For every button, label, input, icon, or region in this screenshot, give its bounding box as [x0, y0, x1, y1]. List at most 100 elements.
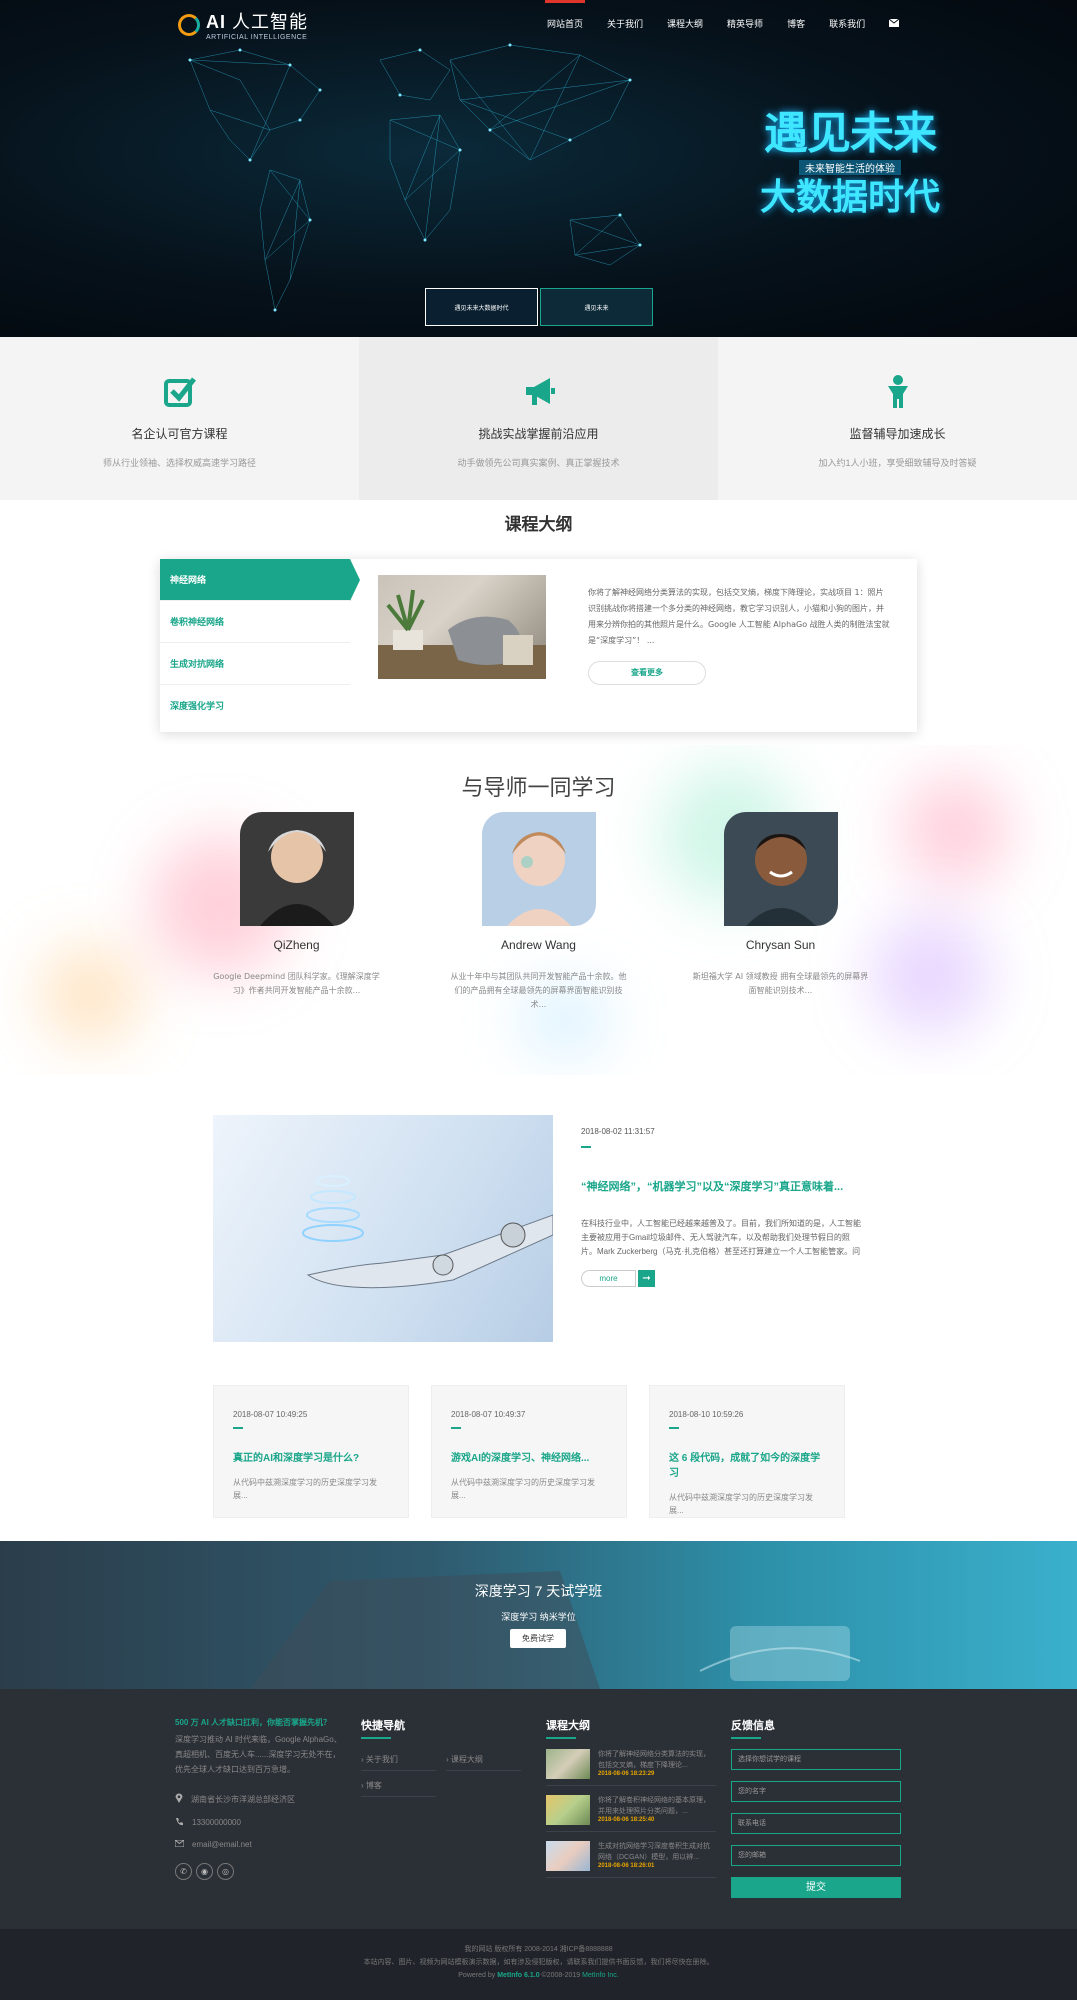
- footer-email-text[interactable]: email@email.net: [192, 1840, 252, 1849]
- news-card-text: 从代码中兹溯深度学习的历史深度学习发展...: [451, 1478, 595, 1500]
- news-card[interactable]: 2018-08-10 10:59:26 这 6 段代码，成就了如今的深度学习 从…: [649, 1385, 845, 1518]
- footer: 500 万 AI 人才缺口扛利，你能否掌握先机？ 深度学习推动 AI 时代来临，…: [0, 1689, 1077, 1929]
- feedback-submit-button[interactable]: 提交: [731, 1877, 901, 1898]
- news-card-date: 2018-08-10 10:59:26: [669, 1410, 744, 1419]
- powered-by-line: Powered by MetInfo 6.1.0 ©2008-2019 MetI…: [0, 1969, 1077, 1982]
- footer-course-thumb: [546, 1841, 590, 1871]
- news-card-date: 2018-08-07 10:49:37: [451, 1410, 526, 1419]
- child-icon: [718, 375, 1077, 409]
- slide-thumb-1[interactable]: 遇见未来大数据时代: [425, 288, 538, 326]
- footer-course-item[interactable]: 你将了解卷积神经网络的基本原理，并用来处理照片分类问题，... 2018-08-0…: [546, 1795, 716, 1832]
- tab-neural-network[interactable]: 神经网络: [160, 559, 360, 601]
- nav-item-course[interactable]: 课程大纲: [655, 0, 715, 48]
- trial-subtitle: 深度学习 纳米学位: [501, 1612, 576, 1622]
- wechat-icon[interactable]: ✆: [175, 1863, 192, 1880]
- footer-courses: 课程大纲 你将了解神经网络分类算法的实现，包括交叉熵，梯度下降理论... 2018…: [546, 1717, 716, 1887]
- news-featured-image[interactable]: [213, 1115, 553, 1342]
- news-card-title[interactable]: 这 6 段代码，成就了如今的深度学习: [669, 1449, 825, 1479]
- quicknav-link-label: 关于我们: [365, 1755, 398, 1764]
- nav-item-about[interactable]: 关于我们: [595, 0, 655, 48]
- slide-thumb-2[interactable]: 遇见未来: [540, 288, 653, 326]
- tab-gan[interactable]: 生成对抗网络: [160, 643, 350, 685]
- mentor-card[interactable]: QiZheng Google Deepmind 团队科学家。《理解深度学习》作者…: [184, 812, 409, 998]
- footer-course-thumb: [546, 1795, 590, 1825]
- mentor-card[interactable]: Andrew Wang 从业十年中与其团队共同开发智能产品十余款。他们的产品拥有…: [426, 812, 651, 1012]
- main-nav: 网站首页 关于我们 课程大纲 精英导师 博客 联系我们: [535, 0, 911, 48]
- quicknav-link-label: 博客: [365, 1781, 382, 1790]
- feature-text: 师从行业领袖、选择权威高速学习路径: [102, 458, 256, 468]
- footer-feedback: 反馈信息 选择你想试学的课程 您的名字 联系电话 您的邮箱 提交: [731, 1717, 901, 1898]
- footer-about-text: 深度学习推动 AI 时代来临，Google AlphaGo、真超相机、百度无人车…: [175, 1735, 342, 1774]
- footer-courses-title: 课程大纲: [546, 1717, 716, 1739]
- news-card-title[interactable]: 游戏AI的深度学习、神经网络...: [451, 1449, 607, 1464]
- feature-title: 名企认可官方课程: [131, 427, 228, 441]
- slide-thumb-2-label: 遇见未来: [584, 305, 609, 312]
- footer-phone: 13300000000: [175, 1817, 345, 1828]
- mentors-title: 与导师一同学习: [461, 775, 616, 800]
- feature-title: 挑战实战掌握前沿应用: [478, 427, 599, 441]
- quicknav-link[interactable]: › 关于我们: [361, 1749, 436, 1771]
- nav-item-home[interactable]: 网站首页: [535, 0, 595, 48]
- map-marker-icon: [175, 1793, 183, 1805]
- page: AI 人工智能 ARTIFICIAL INTELLIGENCE 网站首页 关于我们…: [0, 0, 1077, 2000]
- mentor-desc: Google Deepmind 团队科学家。《理解深度学习》作者共同开发智能产品…: [213, 972, 380, 995]
- tab-deep-rl[interactable]: 深度强化学习: [160, 685, 350, 727]
- news-featured-date: 2018-08-02 11:31:57: [581, 1127, 655, 1136]
- footer-course-date: 2018-08-06 18:26:01: [598, 1863, 655, 1869]
- footer-about-highlight: 500 万 AI 人才缺口扛利，你能否掌握先机？: [175, 1718, 332, 1727]
- footer-course-item[interactable]: 你将了解神经网络分类算法的实现，包括交叉熵，梯度下降理论... 2018-08-0…: [546, 1749, 716, 1786]
- envelope-icon[interactable]: [877, 0, 911, 48]
- email-field[interactable]: 您的邮箱: [731, 1845, 901, 1866]
- powered-by-company[interactable]: MetInfo Inc.: [582, 1972, 619, 1979]
- free-trial-button[interactable]: 免费试学: [510, 1629, 566, 1648]
- footer-course-text: 你将了解神经网络分类算法的实现，包括交叉熵，梯度下降理论...: [598, 1751, 710, 1769]
- copyright-line-2: 本站内容、图片、视频为网站模板演示数据，如有涉及侵犯版权，请联系我们提供书面反馈…: [363, 1959, 714, 1966]
- mentor-card[interactable]: Chrysan Sun 斯坦福大学 AI 领域教授 拥有全球最领先的屏幕界面智能…: [668, 812, 893, 998]
- features-section: 名企认可官方课程 师从行业领袖、选择权威高速学习路径 挑战实战掌握前沿应用 动手…: [0, 337, 1077, 500]
- powered-by-years: ©2008-2019: [541, 1972, 581, 1979]
- news-card-divider: [451, 1427, 461, 1429]
- mentors-section: 与导师一同学习 QiZheng Google Deepmind 团队科学家。《理…: [0, 745, 1077, 1075]
- qq-icon[interactable]: ◉: [196, 1863, 213, 1880]
- news-card-date: 2018-08-07 10:49:25: [233, 1410, 308, 1419]
- arrow-right-icon[interactable]: ➞: [638, 1270, 655, 1287]
- feature-text: 动手做领先公司真实案例、真正掌握技术: [457, 458, 620, 468]
- powered-by-product[interactable]: MetInfo 6.1.0: [497, 1972, 539, 1979]
- footer-phone-text: 13300000000: [192, 1818, 241, 1827]
- footer-course-item[interactable]: 生成对抗网络学习深度卷积生成对抗网络（DCGAN）模型，用以辨... 2018-0…: [546, 1841, 716, 1878]
- course-more-button[interactable]: 查看更多: [588, 661, 706, 685]
- news-card-title[interactable]: 真正的AI和深度学习是什么?: [233, 1449, 389, 1464]
- quicknav-link[interactable]: › 博客: [361, 1775, 436, 1797]
- news-card[interactable]: 2018-08-07 10:49:37 游戏AI的深度学习、神经网络... 从代…: [431, 1385, 627, 1518]
- news-more-button[interactable]: more: [581, 1270, 636, 1287]
- hero-slogan: 遇见未来 未来智能生活的体验 大数据时代: [760, 110, 940, 217]
- mentor-name: Chrysan Sun: [745, 938, 816, 952]
- footer-course-date: 2018-08-06 18:25:40: [598, 1817, 655, 1823]
- mentor-desc: 从业十年中与其团队共同开发智能产品十余款。他们的产品拥有全球最领先的屏幕界面智能…: [450, 972, 627, 1009]
- tab-cnn[interactable]: 卷积神经网络: [160, 601, 350, 643]
- phone-field[interactable]: 联系电话: [731, 1813, 901, 1834]
- quicknav-link[interactable]: › 课程大纲: [446, 1749, 521, 1771]
- course-tabs-box: 神经网络 卷积神经网络 生成对抗网络 深度强化学习 你将了解神经网络分类算法的实…: [160, 559, 917, 732]
- course-select-field[interactable]: 选择你想试学的课程: [731, 1749, 901, 1770]
- feature-title: 监督辅导加速成长: [849, 427, 946, 441]
- footer-about: 500 万 AI 人才缺口扛利，你能否掌握先机？ 深度学习推动 AI 时代来临，…: [174, 1717, 345, 1880]
- footer-course-text: 生成对抗网络学习深度卷积生成对抗网络（DCGAN）模型，用以辨...: [598, 1843, 710, 1861]
- feature-text: 加入约1人小班，享受细致辅导及时答疑: [818, 458, 977, 468]
- footer-quicknav: 快捷导航 › 关于我们 › 课程大纲 › 博客: [361, 1717, 521, 1797]
- world-map-network: [188, 43, 642, 312]
- copyright-bar: 我的网站 版权所有 2008-2014 湘ICP备8888888 本站内容、图片…: [0, 1929, 1077, 2000]
- news-card-text: 从代码中兹溯深度学习的历史深度学习发展...: [669, 1493, 813, 1515]
- nav-item-blog[interactable]: 博客: [775, 0, 817, 48]
- nav-item-contact[interactable]: 联系我们: [817, 0, 877, 48]
- weibo-icon[interactable]: ◎: [217, 1863, 234, 1880]
- footer-quicknav-title: 快捷导航: [361, 1717, 521, 1739]
- news-featured-text: 在科技行业中，人工智能已经越来越普及了。目前，我们所知道的是，人工智能主要被应用…: [581, 1219, 861, 1256]
- news-featured-title[interactable]: “神经网络”，“机器学习”以及“深度学习”真正意味着...: [581, 1178, 843, 1194]
- course-image: [378, 575, 546, 679]
- name-field[interactable]: 您的名字: [731, 1781, 901, 1802]
- nav-item-mentors[interactable]: 精英导师: [715, 0, 775, 48]
- site-logo[interactable]: AI 人工智能 ARTIFICIAL INTELLIGENCE: [178, 8, 308, 41]
- check-square-icon: [0, 375, 359, 409]
- news-card[interactable]: 2018-08-07 10:49:25 真正的AI和深度学习是什么? 从代码中兹…: [213, 1385, 409, 1518]
